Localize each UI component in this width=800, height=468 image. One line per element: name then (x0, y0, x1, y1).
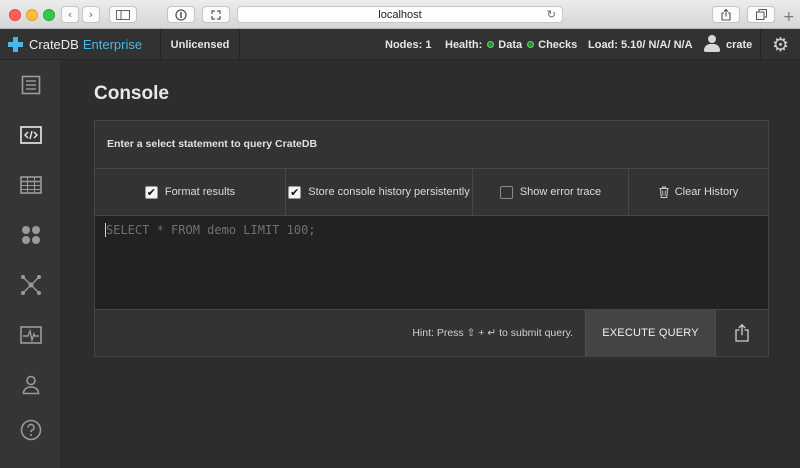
window-minimize-button[interactable] (26, 9, 38, 21)
sidebar-icon (116, 9, 130, 20)
tabs-overview-button[interactable] (747, 6, 775, 23)
error-trace-label: Show error trace (519, 186, 602, 198)
clear-history-label: Clear History (674, 186, 739, 198)
execute-query-button[interactable]: EXECUTE QUERY (585, 310, 715, 356)
query-editor[interactable]: SELECT * FROM demo LIMIT 100; (95, 215, 768, 309)
overview-icon (21, 75, 40, 95)
sidebar-toggle-button[interactable] (109, 6, 137, 23)
health-status: Health: Data Checks (445, 29, 577, 60)
address-bar[interactable]: localhost ↻ (237, 6, 563, 23)
user-menu[interactable]: crate (726, 29, 752, 60)
error-trace-option[interactable]: Show error trace (472, 169, 628, 215)
health-label: Health: (445, 38, 483, 51)
privacy-shield-icon (175, 8, 187, 21)
tabs-icon (755, 9, 767, 20)
views-icon (21, 226, 40, 244)
query-placeholder: SELECT * FROM demo LIMIT 100; (106, 223, 316, 237)
users-icon (22, 375, 39, 395)
browser-toolbar: ‹ › localhost ↻ + (0, 0, 800, 29)
back-button[interactable]: ‹ (61, 6, 79, 23)
forward-button[interactable]: › (82, 6, 100, 23)
reload-icon[interactable]: ↻ (547, 8, 556, 21)
share-icon (735, 324, 749, 342)
format-results-label: Format results (164, 186, 236, 198)
health-data-indicator-icon (487, 41, 495, 48)
nodes-count: Nodes: 1 (385, 29, 431, 60)
chevron-right-icon: › (88, 8, 94, 21)
help-icon (20, 419, 41, 441)
brand-name: CrateDB (29, 37, 79, 52)
expand-icon (211, 9, 221, 20)
brand-logo[interactable]: CrateDB Enterprise (0, 29, 160, 60)
monitoring-icon (19, 326, 42, 344)
chevron-left-icon: ‹ (67, 8, 73, 21)
clear-history-button[interactable]: Clear History (628, 169, 768, 215)
sidebar-item-tables[interactable] (0, 160, 61, 210)
console-prompt: Enter a select statement to query CrateD… (107, 138, 318, 150)
console-panel: Enter a select statement to query CrateD… (94, 120, 769, 357)
sidebar-item-monitoring[interactable] (0, 310, 61, 360)
console-options: ✔ Format results ✔ Store console history… (95, 168, 768, 215)
format-results-option[interactable]: ✔ Format results (95, 169, 285, 215)
health-data-label[interactable]: Data (498, 39, 522, 51)
store-history-checkbox[interactable]: ✔ (288, 185, 302, 199)
share-icon (721, 8, 731, 21)
settings-button[interactable]: ⚙ (760, 29, 800, 60)
license-label: Unlicensed (170, 38, 230, 51)
share-page-button[interactable] (712, 6, 740, 23)
format-results-checkbox[interactable]: ✔ (144, 185, 158, 199)
submit-hint: Hint: Press ⇧ + ↵ to submit query. (412, 327, 573, 339)
sidebar-item-cluster[interactable] (0, 260, 61, 310)
store-history-label: Store console history persistently (308, 186, 470, 198)
license-status[interactable]: Unlicensed (160, 29, 240, 60)
load-label: Load: 5.10/ N/A/ N/A (588, 38, 693, 51)
sidebar-item-users[interactable] (0, 360, 61, 410)
trash-icon (659, 186, 669, 198)
url-text: localhost (378, 8, 422, 21)
sidebar (0, 60, 61, 468)
store-history-option[interactable]: ✔ Store console history persistently (285, 169, 472, 215)
sidebar-item-help[interactable] (0, 405, 61, 455)
user-avatar-icon[interactable] (704, 35, 720, 53)
nodes-label: Nodes: 1 (385, 38, 432, 51)
cratedb-logo-icon (8, 37, 23, 52)
app-header: CrateDB Enterprise Unlicensed Nodes: 1 H… (0, 29, 800, 60)
error-trace-checkbox[interactable] (499, 185, 513, 199)
window-zoom-button[interactable] (43, 9, 55, 21)
reader-button[interactable] (202, 6, 230, 23)
page-title: Console (94, 83, 169, 104)
brand-edition: Enterprise (82, 37, 143, 52)
console-icon (19, 126, 42, 144)
cluster-icon (20, 275, 41, 295)
health-checks-label[interactable]: Checks (538, 39, 577, 51)
share-query-button[interactable] (715, 310, 768, 356)
tables-icon (19, 176, 42, 194)
username: crate (726, 38, 753, 51)
new-tab-button[interactable]: + (783, 10, 795, 24)
window-close-button[interactable] (9, 9, 21, 21)
gear-icon: ⚙ (771, 33, 790, 56)
health-checks-indicator-icon (527, 41, 535, 48)
console-footer: Hint: Press ⇧ + ↵ to submit query. EXECU… (95, 309, 768, 356)
sidebar-item-overview[interactable] (0, 60, 61, 110)
load-status: Load: 5.10/ N/A/ N/A (588, 29, 693, 60)
privacy-button[interactable] (167, 6, 195, 23)
sidebar-item-views[interactable] (0, 210, 61, 260)
sidebar-item-console[interactable] (0, 110, 61, 160)
